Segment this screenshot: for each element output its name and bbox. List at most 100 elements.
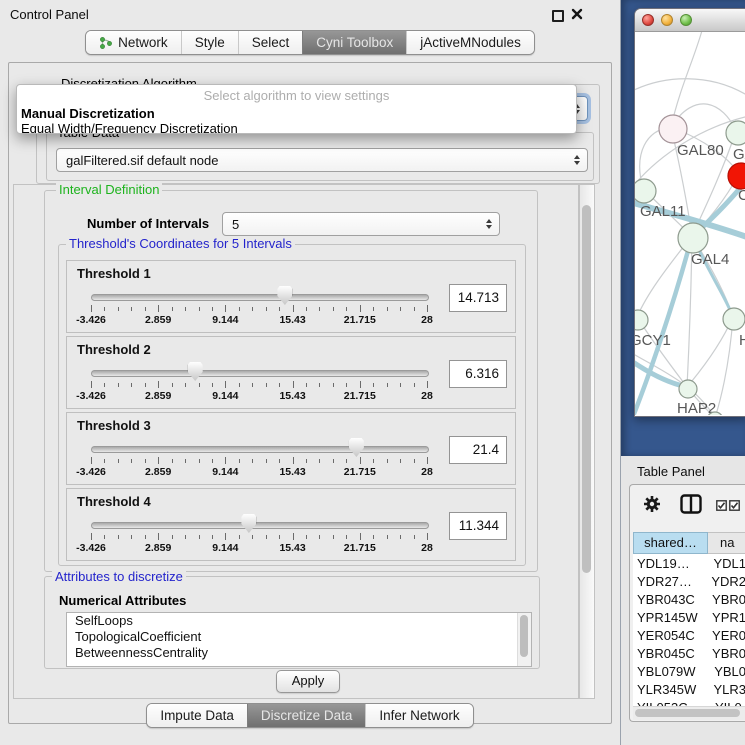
tab-infer-network[interactable]: Infer Network bbox=[365, 704, 472, 727]
table-row[interactable]: YER054CYER0 bbox=[633, 626, 745, 644]
tick-label: 21.715 bbox=[344, 314, 376, 326]
number-of-intervals-combobox[interactable]: 5 bbox=[222, 212, 500, 236]
tab-cyni-toolbox[interactable]: Cyni Toolbox bbox=[302, 31, 406, 54]
network-canvas[interactable]: GAL80GACGAL11GAL4GCY1HHAP2 bbox=[635, 32, 745, 415]
column-header-shared[interactable]: shared… bbox=[633, 532, 708, 554]
tick-label: 21.715 bbox=[344, 542, 376, 554]
tab-impute-data[interactable]: Impute Data bbox=[147, 704, 247, 727]
tick-label: 9.144 bbox=[212, 542, 238, 554]
network-node-h[interactable] bbox=[723, 308, 745, 330]
vertical-scrollbar[interactable] bbox=[579, 184, 595, 699]
tab-select[interactable]: Select bbox=[238, 31, 303, 54]
threshold-2-slider[interactable] bbox=[91, 370, 429, 377]
node-label: GA bbox=[733, 146, 745, 163]
table-row[interactable]: YBR043CYBR0 bbox=[633, 590, 745, 608]
table-row[interactable]: YDR27…YDR2 bbox=[633, 572, 745, 590]
network-node-gal11[interactable] bbox=[635, 179, 656, 203]
cell-shared-name: YBR045C bbox=[633, 646, 705, 661]
cell-name: YBR0 bbox=[705, 646, 745, 661]
network-window[interactable]: GAL80GACGAL11GAL4GCY1HHAP2 bbox=[634, 8, 745, 417]
tick-label: 2.859 bbox=[145, 314, 171, 326]
algorithm-option-equal-width-frequency-discretization[interactable]: Equal Width/Frequency Discretization bbox=[17, 121, 576, 134]
attribute-item-betweennesscentrality[interactable]: BetweennessCentrality bbox=[67, 645, 531, 661]
network-node-gal80[interactable] bbox=[659, 115, 687, 143]
threshold-2-card: Threshold 2-3.4262.8599.14415.4321.71528… bbox=[66, 336, 516, 409]
minimize-traffic-light-icon[interactable] bbox=[661, 14, 673, 26]
node-label: H bbox=[739, 332, 745, 349]
apply-button[interactable]: Apply bbox=[276, 670, 340, 693]
table-row[interactable]: YBL079WYBL0 bbox=[633, 662, 745, 680]
attribute-item-selfloops[interactable]: SelfLoops bbox=[67, 613, 531, 629]
table-horizontal-scrollbar[interactable] bbox=[633, 706, 745, 720]
algorithm-option-manual-discretization[interactable]: Manual Discretization bbox=[17, 106, 576, 121]
tick-label: 15.43 bbox=[279, 390, 305, 402]
vertical-scrollbar-thumb[interactable] bbox=[582, 205, 591, 573]
close-panel-icon[interactable] bbox=[571, 8, 583, 20]
table-row[interactable]: YBR045CYBR0 bbox=[633, 644, 745, 662]
threshold-1-slider[interactable] bbox=[91, 294, 429, 301]
table-row[interactable]: YPR145WYPR1 bbox=[633, 608, 745, 626]
network-node-ga[interactable] bbox=[726, 121, 745, 145]
interval-definition-group-label: Interval Definition bbox=[56, 183, 162, 197]
tab-label: Discretize Data bbox=[261, 708, 353, 723]
network-icon bbox=[99, 36, 113, 50]
table-row[interactable]: YLR345WYLR3 bbox=[633, 680, 745, 698]
tick-label: 28 bbox=[421, 466, 433, 478]
column-header-na[interactable]: na bbox=[708, 532, 745, 554]
tick-label: 28 bbox=[421, 542, 433, 554]
tab-label: Style bbox=[195, 35, 225, 50]
float-window-icon[interactable] bbox=[552, 10, 564, 22]
network-node-c[interactable] bbox=[728, 163, 745, 189]
threshold-2-slider-thumb[interactable] bbox=[188, 362, 203, 381]
table-horizontal-scrollbar-thumb[interactable] bbox=[635, 709, 740, 717]
tick-label: 9.144 bbox=[212, 314, 238, 326]
tab-jactivemnodules[interactable]: jActiveMNodules bbox=[406, 31, 534, 54]
tab-discretize-data[interactable]: Discretize Data bbox=[247, 704, 366, 727]
threshold-3-slider-thumb[interactable] bbox=[349, 438, 364, 457]
control-panel: Control Panel NetworkStyleSelectCyni Too… bbox=[0, 0, 621, 745]
tick-label: 2.859 bbox=[145, 542, 171, 554]
attributes-list-scrollbar-thumb[interactable] bbox=[520, 615, 528, 657]
threshold-3-slider[interactable] bbox=[91, 446, 429, 453]
cell-shared-name: YER054C bbox=[633, 628, 705, 643]
combo-arrows-icon bbox=[486, 219, 492, 229]
tick-label: -3.426 bbox=[76, 466, 106, 478]
table-row[interactable]: YDL19…YDL1 bbox=[633, 554, 745, 572]
tick-label: 21.715 bbox=[344, 466, 376, 478]
tick-label: 28 bbox=[421, 314, 433, 326]
threshold-4-slider[interactable] bbox=[91, 522, 429, 529]
split-columns-icon[interactable] bbox=[680, 494, 702, 514]
tab-network[interactable]: Network bbox=[86, 31, 181, 54]
gear-icon[interactable] bbox=[642, 494, 662, 514]
threshold-4-value-field[interactable]: 11.344 bbox=[449, 512, 507, 540]
network-node-gal4[interactable] bbox=[678, 223, 708, 253]
close-traffic-light-icon[interactable] bbox=[642, 14, 654, 26]
slider-ticks bbox=[91, 533, 427, 541]
threshold-1-value-field[interactable]: 14.713 bbox=[449, 284, 507, 312]
tab-style[interactable]: Style bbox=[181, 31, 238, 54]
threshold-3-card: Threshold 3-3.4262.8599.14415.4321.71528… bbox=[66, 412, 516, 485]
threshold-3-value-field[interactable]: 21.4 bbox=[449, 436, 507, 464]
threshold-1-label: Threshold 1 bbox=[77, 266, 151, 281]
tab-label: Cyni Toolbox bbox=[316, 35, 393, 50]
zoom-traffic-light-icon[interactable] bbox=[680, 14, 692, 26]
threshold-4-slider-thumb[interactable] bbox=[241, 514, 256, 533]
node-label: GAL4 bbox=[691, 251, 729, 268]
cell-shared-name: YLR345W bbox=[633, 682, 706, 697]
attributes-list-scrollbar[interactable] bbox=[517, 613, 531, 666]
threshold-2-value-field[interactable]: 6.316 bbox=[449, 360, 507, 388]
network-node-hap2[interactable] bbox=[679, 380, 697, 398]
threshold-2-label: Threshold 2 bbox=[77, 342, 151, 357]
threshold-1-slider-thumb[interactable] bbox=[277, 286, 292, 305]
table-data-combobox[interactable]: galFiltered.sif default node bbox=[56, 148, 588, 172]
tick-label: 21.715 bbox=[344, 390, 376, 402]
tab-label: Impute Data bbox=[160, 708, 234, 723]
checked-box-icon-b[interactable] bbox=[729, 500, 740, 511]
attribute-item-topologicalcoefficient[interactable]: TopologicalCoefficient bbox=[67, 629, 531, 645]
cell-name: YBL0 bbox=[707, 664, 745, 679]
network-node-gcy1[interactable] bbox=[635, 310, 648, 330]
checked-box-icon-a[interactable] bbox=[716, 500, 727, 511]
table-row[interactable]: YIL053CYIL0 bbox=[633, 698, 745, 706]
cell-name: YLR3 bbox=[706, 682, 745, 697]
table-rows: YDL19…YDL1YDR27…YDR2YBR043CYBR0YPR145WYP… bbox=[633, 554, 745, 706]
